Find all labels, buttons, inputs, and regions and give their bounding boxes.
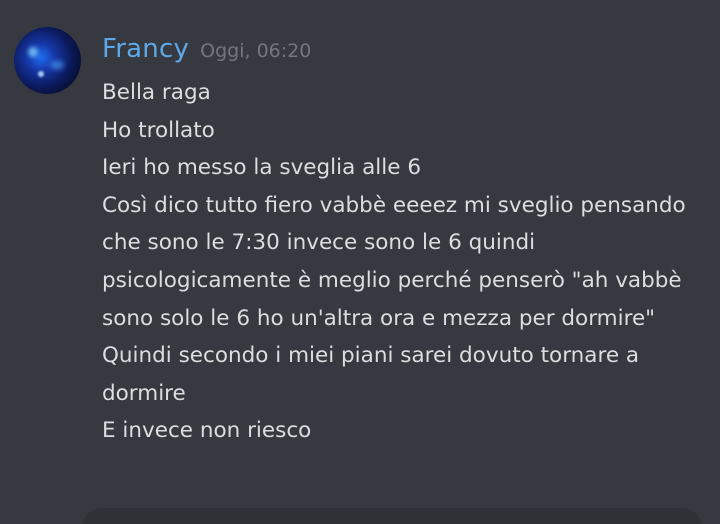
avatar-star-icon: [38, 71, 44, 77]
message-line: Ieri ho messo la sveglia alle 6: [102, 155, 421, 181]
message-line: E invece non riesco: [102, 418, 312, 444]
avatar-nebula-icon: [50, 61, 64, 69]
message-content: Bella raga Ho trollato Ieri ho messo la …: [102, 74, 702, 450]
author-name[interactable]: Francy: [102, 34, 189, 64]
avatar[interactable]: [14, 27, 81, 94]
message-line: Quindi secondo i miei piani sarei dovuto…: [102, 343, 640, 369]
message-line: Così dico tutto fiero vabbè eeeez mi sve…: [102, 192, 686, 218]
message-line: Bella raga: [102, 80, 211, 105]
message-line: dormire: [102, 380, 186, 406]
chat-view: Francy Oggi, 06:20 Bella raga Ho trollat…: [0, 0, 720, 524]
message-header: Francy Oggi, 06:20: [102, 34, 311, 64]
message-line: sono solo le 6 ho un'altra ora e mezza p…: [102, 305, 656, 331]
message-line: che sono le 7:30 invece sono le 6 quindi: [102, 230, 536, 256]
message-input-bar[interactable]: [82, 508, 702, 524]
avatar-star-icon: [28, 47, 38, 57]
message-timestamp: Oggi, 06:20: [200, 40, 312, 62]
message-line: Ho trollato: [102, 117, 215, 143]
message-line: psicologicamente è meglio perché penserò…: [102, 267, 682, 293]
